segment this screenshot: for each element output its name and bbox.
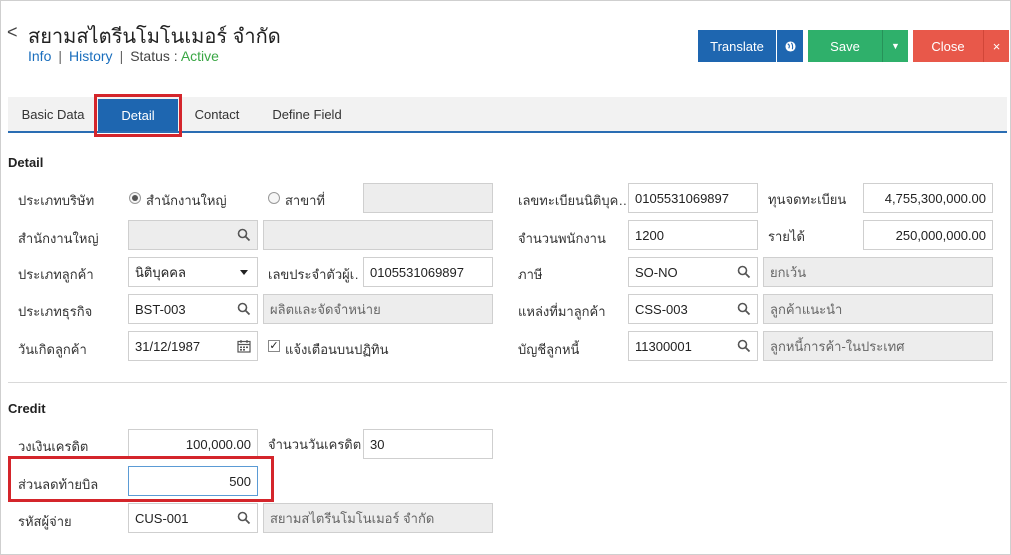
customer-type-label: ประเภทลูกค้า [18,267,94,282]
globe-icon[interactable] [777,30,803,62]
business-type-code-input[interactable]: BST-003 [128,294,258,324]
business-type-label: ประเภทธุรกิจ [18,304,93,319]
tax-id-input[interactable]: 0105531069897 [363,257,493,287]
payer-code-label: รหัสผู้จ่าย [18,514,72,529]
customer-type-select[interactable]: นิติบุคคล [128,257,258,287]
credit-days-input[interactable]: 30 [363,429,493,459]
head-office-code-input[interactable] [128,220,258,250]
close-x-icon[interactable]: × [983,30,1009,62]
head-office-name-input [263,220,493,250]
notify-label: แจ้งเตือนบนปฏิทิน [285,342,389,357]
head-office-label: สำนักงานใหญ่ [18,231,99,246]
radio-branch-label: สาขาที่ [285,193,325,208]
close-button[interactable]: Close [913,30,983,62]
accounts-receivable-code-input[interactable]: 11300001 [628,331,758,361]
calendar-icon[interactable] [237,339,251,353]
capital-label: ทุนจดทะเบียน [768,192,847,207]
tax-code-input[interactable]: SO-NO [628,257,758,287]
section-title-detail: Detail [8,155,44,170]
back-icon[interactable]: < [7,22,18,43]
search-icon[interactable] [237,511,251,525]
business-type-name-display: ผลิตและจัดจำหน่าย [263,294,493,324]
tab-contact[interactable]: Contact [184,97,250,131]
credit-days-label: จำนวนวันเครดิต [268,437,362,452]
search-icon[interactable] [237,302,251,316]
search-icon[interactable] [737,339,751,353]
status-label: Status [130,48,170,64]
company-type-label: ประเภทบริษัท [18,193,95,208]
income-input[interactable]: 250,000,000.00 [863,220,993,250]
sub-nav: Info | History | Status : Active [28,48,219,64]
tab-define-field[interactable]: Define Field [262,97,352,131]
employees-input[interactable]: 1200 [628,220,758,250]
save-button[interactable]: Save [808,30,882,62]
section-divider [8,382,1007,383]
credit-limit-input[interactable]: 100,000.00 [128,429,258,459]
registration-no-input[interactable]: 0105531069897 [628,183,758,213]
dropdown-arrow-icon[interactable] [237,265,251,279]
tax-id-label: เลขประจำตัวผู้เ… [268,267,360,282]
history-link[interactable]: History [69,48,113,64]
radio-head-office[interactable] [129,192,141,204]
tax-name-display: ยกเว้น [763,257,993,287]
separator: | [119,48,124,64]
highlight-box-discount [8,456,274,502]
tab-basic-data[interactable]: Basic Data [14,97,92,131]
birthday-input[interactable]: 31/12/1987 [128,331,258,361]
radio-head-office-label: สำนักงานใหญ่ [146,193,227,208]
search-icon[interactable] [237,228,251,242]
separator: | [58,48,62,64]
branch-number-input[interactable] [363,183,493,213]
highlight-box-tab [94,94,182,137]
info-link[interactable]: Info [28,48,51,64]
save-dropdown-icon[interactable]: ▼ [882,30,908,62]
radio-branch[interactable] [268,192,280,204]
status-value: Active [180,48,219,64]
registration-no-label: เลขทะเบียนนิติบุค… [518,193,626,208]
section-title-credit: Credit [8,401,46,416]
accounts-receivable-label: บัญชีลูกหนี้ [518,342,580,357]
payer-code-input[interactable]: CUS-001 [128,503,258,533]
tax-label: ภาษี [518,267,543,282]
translate-button[interactable]: Translate [698,30,776,62]
status-colon: : [173,48,178,64]
customer-source-code-input[interactable]: CSS-003 [628,294,758,324]
customer-source-label: แหล่งที่มาลูกค้า [518,304,606,319]
credit-limit-label: วงเงินเครดิต [18,439,89,454]
search-icon[interactable] [737,302,751,316]
search-icon[interactable] [737,265,751,279]
payer-name-display: สยามสไตรีนโมโนเมอร์ จำกัด [263,503,493,533]
accounts-receivable-name-display: ลูกหนี้การค้า-ในประเทศ [763,331,993,361]
income-label: รายได้ [768,229,805,244]
employees-label: จำนวนพนักงาน [518,231,606,246]
notify-checkbox[interactable]: ✓ [268,340,280,352]
capital-input[interactable]: 4,755,300,000.00 [863,183,993,213]
customer-source-name-display: ลูกค้าแนะนำ [763,294,993,324]
birthday-label: วันเกิดลูกค้า [18,342,87,357]
